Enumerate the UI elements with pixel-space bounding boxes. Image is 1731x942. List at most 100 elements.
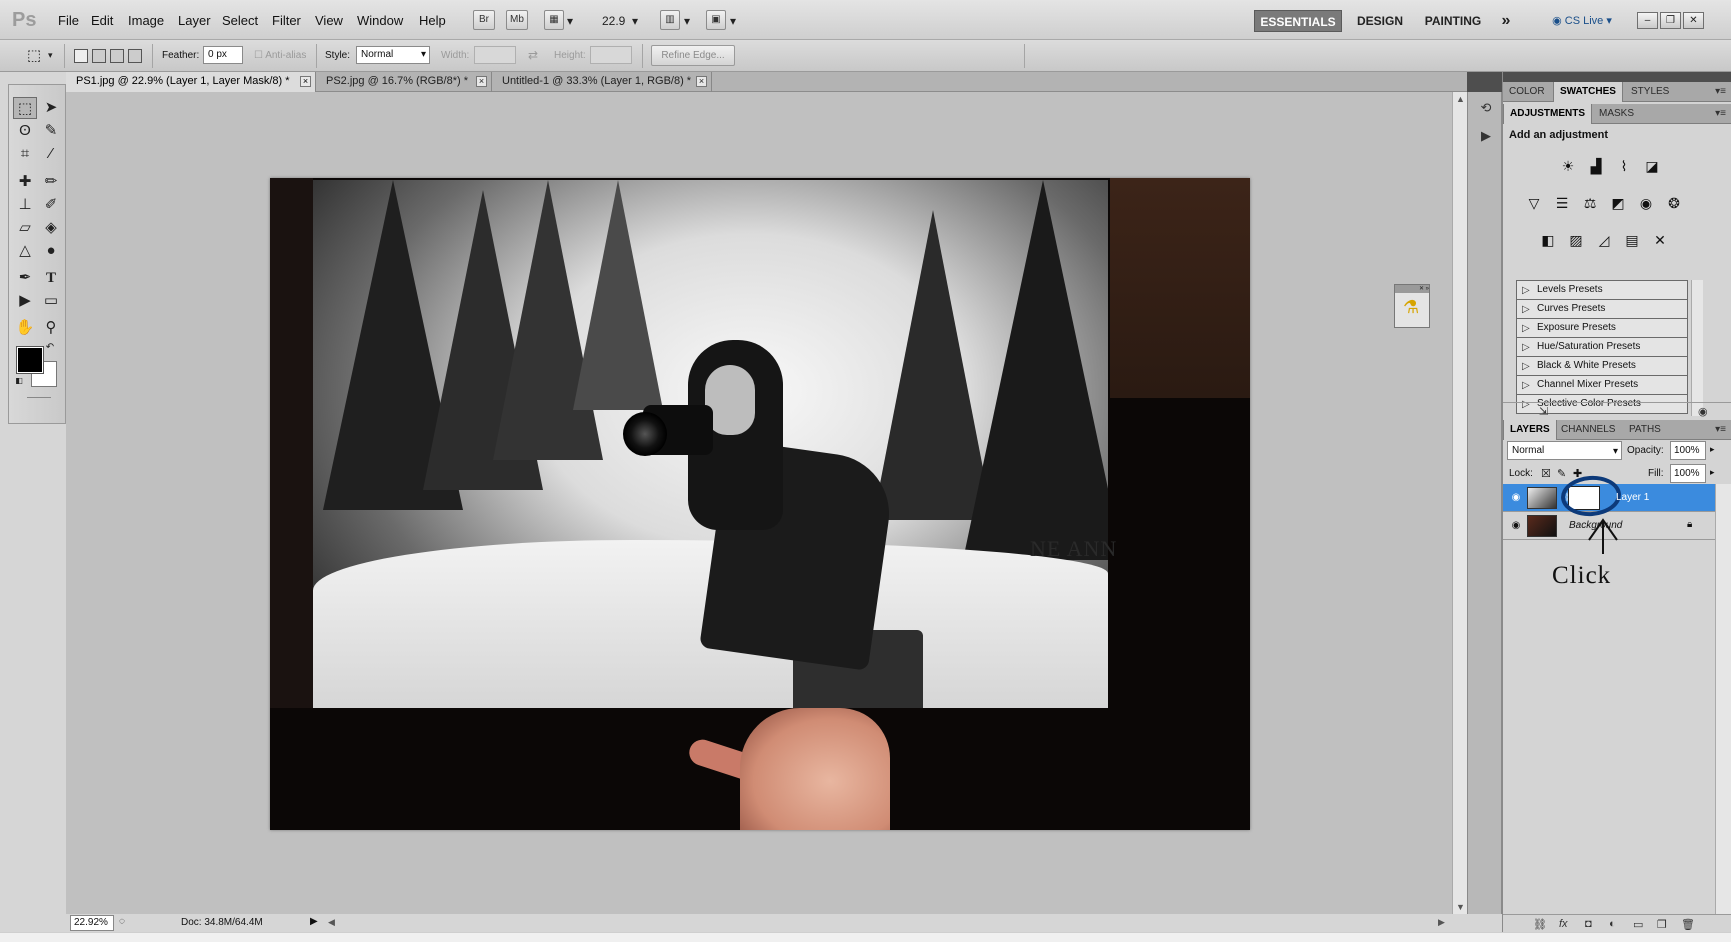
close-icon[interactable]: × [300,76,311,87]
doc-tab-ps1[interactable]: PS1.jpg @ 22.9% (Layer 1, Layer Mask/8) … [66,72,316,92]
status-info-icon[interactable]: ◌ [119,916,125,927]
tab-layers[interactable]: LAYERS [1503,420,1557,440]
healing-brush-icon[interactable]: ✚ [13,171,37,193]
presets-scrollbar[interactable] [1691,280,1703,416]
pen-tool-icon[interactable]: ✒ [13,267,37,289]
doc-tab-ps2[interactable]: PS2.jpg @ 16.7% (RGB/8*) * × [316,72,492,92]
workspace-design-button[interactable]: DESIGN [1350,10,1410,32]
zoom-level[interactable]: 22.9 [602,14,625,28]
chevron-down-icon[interactable]: ▾ [730,14,736,28]
default-colors-icon[interactable]: ◧ [13,375,25,387]
menu-filter[interactable]: Filter [272,13,301,28]
floating-panel[interactable]: ✕ » ⚗ [1394,284,1430,328]
opacity-input[interactable]: 100% [1670,441,1706,460]
photo-filter-icon[interactable]: ◉ [1635,192,1657,212]
panel-menu-icon[interactable]: ▾≡ [1715,424,1726,435]
fill-input[interactable]: 100% [1670,464,1706,483]
close-button[interactable]: ✕ [1683,12,1704,29]
width-input[interactable] [474,46,516,64]
style-select[interactable]: Normal ▾ [356,46,430,64]
threshold-icon[interactable]: ◿ [1593,229,1615,249]
chevron-down-icon[interactable]: ▾ [684,14,690,28]
curves-icon[interactable]: ⌇ [1613,155,1635,175]
extras-icon[interactable]: ▦ [544,10,564,30]
brush-tool-icon[interactable]: ✏ [39,171,63,193]
panel-header[interactable]: ✕ » [1395,285,1429,293]
workspace-essentials-button[interactable]: ESSENTIALS [1254,10,1342,32]
clip-to-layer-icon[interactable]: ⇲ [1539,405,1548,418]
new-selection-icon[interactable] [74,49,88,63]
panel-menu-icon[interactable]: ▾≡ [1715,108,1726,119]
black-white-icon[interactable]: ◩ [1607,192,1629,212]
path-selection-icon[interactable]: ▶ [13,290,37,312]
invert-icon[interactable]: ◧ [1537,229,1559,249]
menu-view[interactable]: View [315,13,343,28]
chevron-down-icon[interactable]: ▾ [48,50,53,61]
menu-window[interactable]: Window [357,13,403,28]
cs-live-button[interactable]: ◉ CS Live ▾ [1544,10,1620,32]
type-tool-icon[interactable]: T [39,267,63,289]
brightness-icon[interactable]: ☀ [1557,155,1579,175]
lasso-tool-icon[interactable]: ʘ [13,120,37,142]
blend-mode-select[interactable]: Normal ▾ [1507,441,1622,460]
document-image[interactable]: NE ANN [270,178,1250,830]
eye-icon[interactable]: ◉ [1509,520,1523,532]
scroll-up-icon[interactable]: ▲ [1456,94,1465,104]
tab-adjustments[interactable]: ADJUSTMENTS [1503,104,1593,124]
gradient-map-icon[interactable]: ▤ [1621,229,1643,249]
menu-file[interactable]: File [58,13,79,28]
arrange-documents-icon[interactable]: ▥ [660,10,680,30]
tab-paths[interactable]: PATHS [1623,420,1667,440]
dodge-tool-icon[interactable]: ● [39,240,63,262]
height-input[interactable] [590,46,632,64]
chevron-right-icon[interactable]: ▸ [1710,467,1715,478]
tab-swatches[interactable]: SWATCHES [1553,82,1623,102]
eraser-tool-icon[interactable]: ▱ [13,217,37,239]
menu-image[interactable]: Image [128,13,164,28]
scroll-left-icon[interactable]: ◀ [328,917,335,928]
layer-row-layer-1[interactable]: ◉ ⛓ Layer 1 [1503,473,1715,519]
panel-menu-icon[interactable]: ▾≡ [1715,86,1726,97]
screen-mode-icon[interactable]: ▣ [706,10,726,30]
preset-curves[interactable]: ▷ Curves Presets [1516,299,1688,319]
levels-icon[interactable]: ▟ [1585,155,1607,175]
move-tool-icon[interactable]: ➤ [39,97,63,119]
color-balance-icon[interactable]: ⚖ [1579,192,1601,212]
hue-saturation-icon[interactable]: ☰ [1551,192,1573,212]
menu-edit[interactable]: Edit [91,13,113,28]
lock-transparent-icon[interactable]: ☒ [1541,467,1551,480]
rectangular-marquee-icon[interactable]: ⬚ [13,97,37,119]
close-icon[interactable]: × [696,76,707,87]
selective-color-icon[interactable]: ✕ [1649,229,1671,249]
more-workspaces-icon[interactable]: » [1496,10,1516,32]
blur-tool-icon[interactable]: △ [13,240,37,262]
exposure-icon[interactable]: ◪ [1641,155,1663,175]
marquee-preset-icon[interactable]: ⬚ [22,45,46,67]
add-mask-icon[interactable]: ◘ [1585,918,1592,930]
layer-style-icon[interactable]: fx [1559,918,1568,930]
foreground-color-swatch[interactable] [16,346,44,374]
vibrance-icon[interactable]: ▽ [1523,192,1545,212]
doc-tab-untitled[interactable]: Untitled-1 @ 33.3% (Layer 1, RGB/8) * × [492,72,712,92]
menu-layer[interactable]: Layer [178,13,211,28]
quick-mask-icon[interactable] [27,397,51,398]
status-menu-icon[interactable]: ▶ [310,916,318,927]
eye-icon[interactable]: ◉ [1509,492,1523,504]
rectangle-tool-icon[interactable]: ▭ [39,290,63,312]
lock-pixels-icon[interactable]: ✎ [1557,467,1566,480]
workspace-painting-button[interactable]: PAINTING [1420,10,1486,32]
tab-color[interactable]: COLOR [1503,82,1551,102]
zoom-field[interactable]: 22.92% [70,915,114,931]
tab-masks[interactable]: MASKS [1593,104,1640,124]
bridge-button[interactable]: Br [473,10,495,30]
close-icon[interactable]: × [476,76,487,87]
add-selection-icon[interactable] [92,49,106,63]
canvas-area[interactable]: NE ANN ▲ ▼ [66,92,1467,914]
minimize-button[interactable]: – [1637,12,1658,29]
scroll-right-icon[interactable]: ▶ [1438,917,1445,928]
preset-black-white[interactable]: ▷ Black & White Presets [1516,356,1688,376]
new-layer-icon[interactable]: ❐ [1657,918,1667,931]
menu-help[interactable]: Help [419,13,446,28]
intersect-selection-icon[interactable] [128,49,142,63]
vertical-scrollbar[interactable]: ▲ ▼ [1452,92,1467,914]
